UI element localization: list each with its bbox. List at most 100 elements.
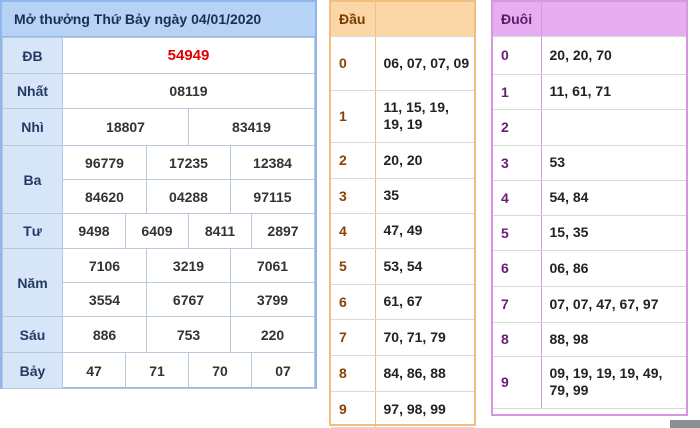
tail-digits-table: Đuôi 0 20, 20, 70 1 11, 61, 71 2 3 53 4 … — [491, 0, 688, 416]
head-row: 5 53, 54 — [331, 248, 474, 285]
special-prize-value: 54949 — [62, 37, 315, 74]
head-digit: 7 — [331, 319, 376, 356]
tail-values: 88, 98 — [541, 322, 686, 357]
prize-label-special: ĐB — [2, 37, 63, 74]
head-row: 2 20, 20 — [331, 142, 474, 179]
tail-digit: 2 — [493, 109, 542, 146]
tail-values: 11, 61, 71 — [541, 74, 686, 110]
head-digit: 1 — [331, 90, 376, 143]
head-digit: 5 — [331, 248, 376, 285]
head-values: 06, 07, 07, 09 — [375, 36, 474, 91]
tail-row: 8 88, 98 — [493, 322, 686, 357]
third-prize-value: 04288 — [146, 179, 231, 214]
prize-row-fifth: Năm 7106 3219 7061 — [2, 248, 315, 317]
head-row: 8 84, 86, 88 — [331, 355, 474, 392]
tail-row: 2 — [493, 109, 686, 146]
head-row: 0 06, 07, 07, 09 — [331, 36, 474, 91]
head-digit: 8 — [331, 355, 376, 392]
tail-digit: 4 — [493, 180, 542, 216]
tail-values: 07, 07, 47, 67, 97 — [541, 286, 686, 323]
sixth-prize-value: 753 — [146, 316, 231, 353]
tail-header-label: Đuôi — [493, 2, 542, 37]
third-prize-value: 17235 — [146, 145, 231, 180]
tail-values: 15, 35 — [541, 215, 686, 251]
tail-row: 4 54, 84 — [493, 180, 686, 216]
prize-row-special: ĐB 54949 — [2, 37, 315, 74]
fourth-prize-value: 8411 — [188, 213, 252, 249]
seventh-prize-value: 71 — [125, 352, 189, 389]
prize-label-first: Nhất — [2, 73, 63, 109]
prize-label-fourth: Tư — [2, 213, 63, 249]
head-values: 35 — [375, 178, 474, 214]
fourth-prize-value: 9498 — [62, 213, 126, 249]
fifth-prize-value: 3219 — [146, 248, 231, 283]
sixth-prize-value: 886 — [62, 316, 147, 353]
head-values: 61, 67 — [375, 284, 474, 320]
head-digit: 4 — [331, 213, 376, 249]
prize-label-third: Ba — [2, 145, 63, 214]
tail-values: 20, 20, 70 — [541, 36, 686, 75]
tail-digit: 5 — [493, 215, 542, 251]
tail-values: 09, 19, 19, 19, 49, 79, 99 — [541, 356, 686, 409]
head-digit: 3 — [331, 178, 376, 214]
head-values: 47, 49 — [375, 213, 474, 249]
prize-label-sixth: Sáu — [2, 316, 63, 353]
results-title: Mở thưởng Thứ Bảy ngày 04/01/2020 — [2, 2, 315, 37]
prize-row-seventh: Bảy 47 71 70 07 — [2, 352, 315, 389]
prize-label-second: Nhì — [2, 108, 63, 146]
head-values: 97, 98, 99 — [375, 391, 474, 428]
head-row: 3 35 — [331, 178, 474, 214]
tail-digit: 9 — [493, 356, 542, 409]
tail-values: 06, 86 — [541, 250, 686, 287]
third-prize-value: 84620 — [62, 179, 147, 214]
sixth-prize-value: 220 — [230, 316, 315, 353]
tail-values — [541, 109, 686, 146]
tail-digit: 3 — [493, 145, 542, 181]
head-digit: 0 — [331, 36, 376, 91]
tail-row: 1 11, 61, 71 — [493, 74, 686, 110]
prize-row-sixth: Sáu 886 753 220 — [2, 316, 315, 353]
tail-row: 0 20, 20, 70 — [493, 36, 686, 75]
head-values: 84, 86, 88 — [375, 355, 474, 392]
prize-row-first: Nhất 08119 — [2, 73, 315, 109]
head-digits-table: Đầu 0 06, 07, 07, 09 1 11, 15, 19, 19, 1… — [329, 0, 476, 428]
tail-digit: 8 — [493, 322, 542, 357]
head-values: 11, 15, 19, 19, 19 — [375, 90, 474, 143]
prize-row-third: Ba 96779 17235 12384 — [2, 145, 315, 214]
tail-digit: 1 — [493, 74, 542, 110]
prize-row-second: Nhì 18807 83419 — [2, 108, 315, 146]
prize-label-fifth: Năm — [2, 248, 63, 317]
tail-row: 6 06, 86 — [493, 250, 686, 287]
head-header-row: Đầu — [331, 2, 474, 37]
seventh-prize-value: 70 — [188, 352, 252, 389]
tail-values: 53 — [541, 145, 686, 181]
head-row: 9 97, 98, 99 — [331, 391, 474, 428]
seventh-prize-value: 07 — [251, 352, 315, 389]
fifth-prize-value: 6767 — [146, 282, 231, 317]
fourth-prize-value: 6409 — [125, 213, 189, 249]
head-values: 53, 54 — [375, 248, 474, 285]
tail-row: 9 09, 19, 19, 19, 49, 79, 99 — [493, 356, 686, 409]
seventh-prize-value: 47 — [62, 352, 126, 389]
results-table: Mở thưởng Thứ Bảy ngày 04/01/2020 ĐB 549… — [0, 0, 317, 389]
head-digit: 2 — [331, 142, 376, 179]
head-row: 1 11, 15, 19, 19, 19 — [331, 90, 474, 143]
head-digit: 6 — [331, 284, 376, 320]
third-prize-value: 12384 — [230, 145, 315, 180]
tail-row: 3 53 — [493, 145, 686, 181]
head-values: 20, 20 — [375, 142, 474, 179]
scroll-corner-widget — [670, 420, 700, 428]
third-prize-value: 96779 — [62, 145, 147, 180]
third-prize-value: 97115 — [230, 179, 315, 214]
second-prize-value: 83419 — [188, 108, 315, 146]
tail-digit: 0 — [493, 36, 542, 75]
fifth-prize-value: 7106 — [62, 248, 147, 283]
tail-digit: 6 — [493, 250, 542, 287]
prize-row-fourth: Tư 9498 6409 8411 2897 — [2, 213, 315, 249]
head-digit: 9 — [331, 391, 376, 428]
tail-values: 54, 84 — [541, 180, 686, 216]
head-row: 6 61, 67 — [331, 284, 474, 320]
prize-label-seventh: Bảy — [2, 352, 63, 389]
fifth-prize-value: 7061 — [230, 248, 315, 283]
head-values: 70, 71, 79 — [375, 319, 474, 356]
